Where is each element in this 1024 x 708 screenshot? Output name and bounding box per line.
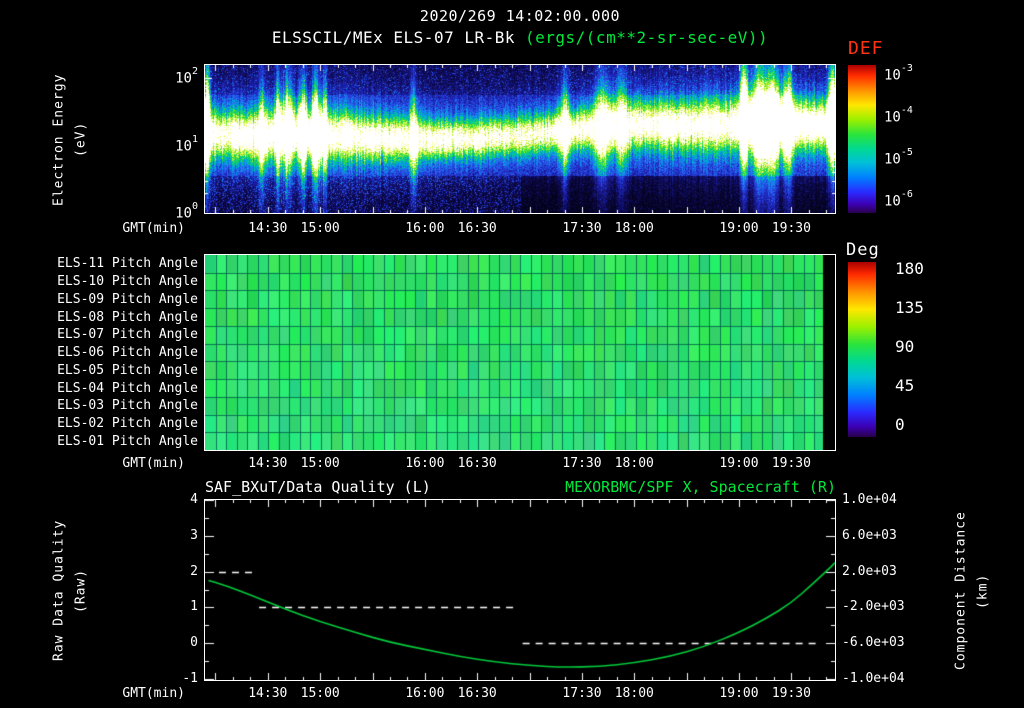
spectrogram-y-axis-units: (eV) xyxy=(72,62,90,217)
pitch-row-label: ELS-07 Pitch Angle xyxy=(57,327,198,342)
pitch-row-label: ELS-09 Pitch Angle xyxy=(57,292,198,307)
pitch-row-label: ELS-08 Pitch Angle xyxy=(57,310,198,325)
distance-tick-label: -2.0e+03 xyxy=(842,599,905,614)
def-colorbar-labels: 10-3 10-4 10-5 10-6 xyxy=(884,65,954,213)
time-tick-label: 14:30 xyxy=(248,456,287,471)
pitch-angle-canvas xyxy=(205,255,835,450)
time-axis-pitch: GMT(min) 14:3015:0016:0016:3017:3018:001… xyxy=(0,456,1024,472)
time-tick-row: 14:30 15:00 16:00 16:30 17:30 18:00 19:00 19:30 xyxy=(205,686,835,702)
pitch-row-label: ELS-01 Pitch Angle xyxy=(57,434,198,449)
time-tick-label: 16:30 xyxy=(458,221,497,236)
def-scale-label: 10-5 xyxy=(884,150,913,168)
timeseries-panel xyxy=(204,499,836,681)
deg-scale-label: 0 xyxy=(895,415,905,434)
distance-tick-label: 2.0e+03 xyxy=(842,564,897,579)
gmt-axis-label: GMT(min) xyxy=(95,221,185,236)
distance-tick-label: -6.0e+03 xyxy=(842,635,905,650)
spectrogram-y-tick-labels: 102101100 xyxy=(152,65,198,213)
deg-scale-label: 90 xyxy=(895,337,914,356)
time-tick-label: 19:30 xyxy=(772,221,811,236)
time-tick-label: 19:30 xyxy=(772,456,811,471)
def-scale-label: 10-3 xyxy=(884,66,913,84)
pitch-row-label: ELS-10 Pitch Angle xyxy=(57,274,198,289)
pitch-angle-panel xyxy=(204,254,836,451)
quality-tick-label: 0 xyxy=(190,635,198,650)
quality-tick-label: 3 xyxy=(190,528,198,543)
time-axis-bottom: GMT(min) 14:3015:0016:0016:3017:3018:001… xyxy=(0,686,1024,702)
quality-tick-label: 1 xyxy=(190,599,198,614)
time-tick-label: 19:00 xyxy=(719,456,758,471)
distance-tick-label: 1.0e+04 xyxy=(842,492,897,507)
time-tick-label: 17:30 xyxy=(562,686,601,701)
spacecraft-series-title: MEXORBMC/SPF X, Spacecraft (R) xyxy=(565,478,836,496)
time-tick-label: 16:00 xyxy=(405,456,444,471)
time-tick-label: 15:00 xyxy=(301,456,340,471)
time-tick-label: 14:30 xyxy=(248,686,287,701)
quality-tick-label: -1 xyxy=(182,671,198,686)
deg-scale-label: 180 xyxy=(895,259,924,278)
pitch-row-label: ELS-03 Pitch Angle xyxy=(57,398,198,413)
time-tick-label: 18:00 xyxy=(615,456,654,471)
instrument-title: ELSSCIL/MEx ELS-07 LR-Bk xyxy=(272,28,515,47)
def-colorbar xyxy=(848,65,876,213)
gmt-axis-label: GMT(min) xyxy=(95,456,185,471)
time-tick-label: 15:00 xyxy=(301,686,340,701)
pitch-row-label: ELS-05 Pitch Angle xyxy=(57,363,198,378)
energy-tick-label: 101 xyxy=(175,137,198,155)
distance-y-axis-label: Component Distance xyxy=(952,492,970,690)
time-tick-row: 14:30 15:00 16:00 16:30 17:30 18:00 19:00 19:30 xyxy=(205,221,835,237)
def-colorbar-title: DEF xyxy=(848,38,884,59)
quality-y-axis-label: Raw Data Quality xyxy=(50,498,68,683)
pitch-row-labels: ELS-11 Pitch Angle ELS-10 Pitch Angle ELS-… xyxy=(40,255,198,450)
quality-series-title: SAF_BXuT/Data Quality (L) xyxy=(205,478,431,496)
deg-scale-label: 135 xyxy=(895,298,924,317)
deg-colorbar-labels: 180 135 90 45 0 xyxy=(895,262,955,437)
quality-tick-label: 2 xyxy=(190,564,198,579)
time-tick-label: 16:30 xyxy=(458,686,497,701)
distance-tick-labels: 1.0e+046.0e+032.0e+03-2.0e+03-6.0e+03-1.… xyxy=(842,500,920,680)
datetime-title: 2020/269 14:02:00.000 xyxy=(205,7,835,25)
time-tick-label: 18:00 xyxy=(615,221,654,236)
energy-tick-label: 100 xyxy=(175,204,198,222)
bottom-panel-titles: SAF_BXuT/Data Quality (L) MEXORBMC/SPF X… xyxy=(205,478,836,496)
time-tick-label: 16:00 xyxy=(405,686,444,701)
time-tick-label: 17:30 xyxy=(562,456,601,471)
distance-tick-label: -1.0e+04 xyxy=(842,671,905,686)
spectrogram-canvas xyxy=(205,65,835,213)
time-tick-label: 16:00 xyxy=(405,221,444,236)
time-tick-label: 19:00 xyxy=(719,221,758,236)
plot-page: 2020/269 14:02:00.000 ELSSCIL/MEx ELS-07… xyxy=(0,0,1024,708)
time-tick-row: 14:30 15:00 16:00 16:30 17:30 18:00 19:00 19:30 xyxy=(205,456,835,472)
def-scale-label: 10-6 xyxy=(884,192,913,210)
units-label: (ergs/(cm**2-sr-sec-eV)) xyxy=(525,28,768,47)
distance-y-axis-units: (km) xyxy=(974,492,992,690)
spectrogram-panel xyxy=(204,64,836,214)
deg-colorbar-title: Deg xyxy=(846,240,880,260)
time-tick-label: 16:30 xyxy=(458,456,497,471)
deg-scale-label: 45 xyxy=(895,376,914,395)
pitch-row-label: ELS-11 Pitch Angle xyxy=(57,256,198,271)
time-tick-label: 17:30 xyxy=(562,221,601,236)
time-tick-label: 15:00 xyxy=(301,221,340,236)
quality-tick-labels: 43210-1 xyxy=(148,500,198,680)
time-axis-spectrogram: GMT(min) 14:3015:0016:0016:3017:3018:001… xyxy=(0,221,1024,237)
timeseries-canvas xyxy=(205,500,835,680)
quality-tick-label: 4 xyxy=(190,492,198,507)
gmt-axis-label: GMT(min) xyxy=(95,686,185,701)
distance-tick-label: 6.0e+03 xyxy=(842,528,897,543)
quality-y-axis-units: (Raw) xyxy=(72,498,90,683)
energy-tick-label: 102 xyxy=(175,69,198,87)
pitch-row-label: ELS-06 Pitch Angle xyxy=(57,345,198,360)
time-tick-label: 14:30 xyxy=(248,221,287,236)
time-tick-label: 19:30 xyxy=(772,686,811,701)
pitch-row-label: ELS-04 Pitch Angle xyxy=(57,381,198,396)
pitch-row-label: ELS-02 Pitch Angle xyxy=(57,416,198,431)
time-tick-label: 19:00 xyxy=(719,686,758,701)
deg-colorbar xyxy=(848,262,876,437)
spectrogram-y-axis-label: Electron Energy xyxy=(50,62,68,217)
plot-title: ELSSCIL/MEx ELS-07 LR-Bk (ergs/(cm**2-sr-… xyxy=(195,28,845,47)
time-tick-label: 18:00 xyxy=(615,686,654,701)
def-scale-label: 10-4 xyxy=(884,108,913,126)
